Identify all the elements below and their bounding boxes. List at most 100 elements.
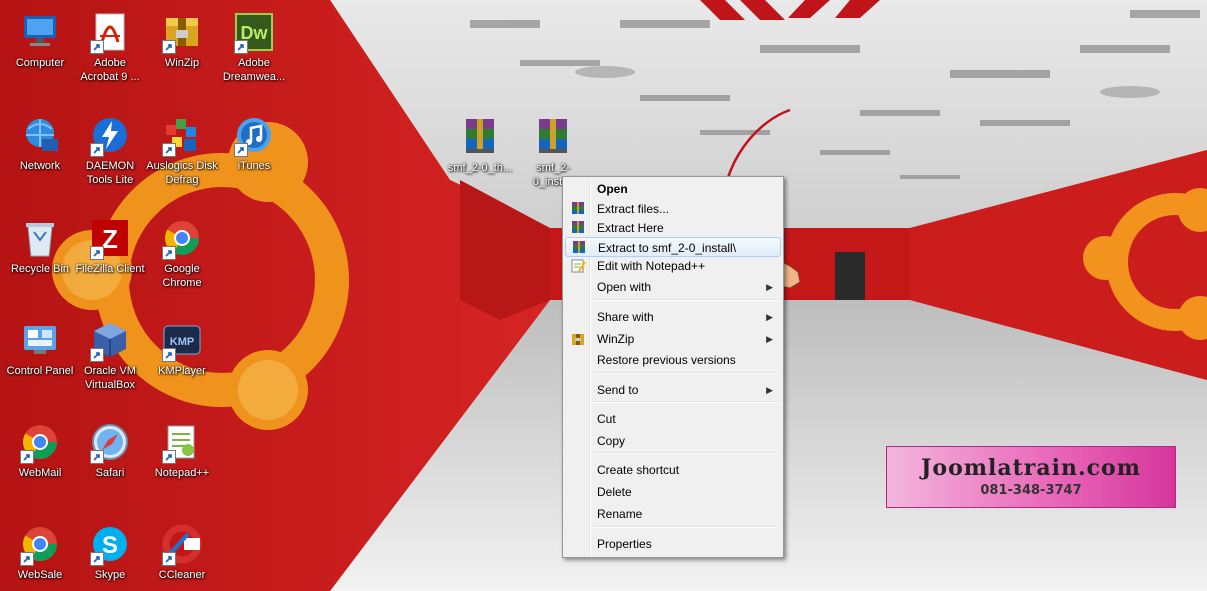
menu-separator [593,452,779,454]
menu-item-label: Extract to smf_2-0_install\ [598,241,737,255]
desktop-icon-kmplayer[interactable]: KMP KMPlayer [146,318,218,378]
desktop-icon-skype[interactable]: S Skype [74,522,146,582]
menu-open-with[interactable]: Open with ▶ [565,277,781,297]
desktop-icon-recycle-bin[interactable]: Recycle Bin [4,216,76,276]
menu-item-label: Create shortcut [597,463,680,477]
ccleaner-icon [162,524,202,566]
menu-rename[interactable]: Rename [565,504,781,524]
shortcut-arrow-icon [90,143,104,157]
desktop-icon-label: iTunes [237,160,271,172]
context-menu: Open Extract files... Extract Here Extract … [562,176,784,558]
filezilla-icon: Z [90,218,130,260]
desktop-icon-label: WebMail [18,467,62,479]
desktop-icon-winzip[interactable]: WinZip [146,10,218,70]
desktop-icon-filezilla[interactable]: Z FileZilla Client [74,216,146,276]
winzip-icon [570,331,586,347]
shortcut-arrow-icon [162,552,176,566]
shortcut-arrow-icon [162,40,176,54]
shortcut-arrow-icon [90,450,104,464]
kmplayer-icon: KMP [162,320,202,362]
control-panel-icon [20,320,60,360]
file-label: smf_2-0_th... [447,162,513,174]
menu-item-label: Delete [597,485,632,499]
menu-separator [593,526,779,528]
desktop-icon-safari[interactable]: Safari [74,420,146,480]
menu-item-label: Extract Here [597,221,664,235]
desktop-icon-auslogics[interactable]: Auslogics Disk Defrag [146,113,218,187]
menu-extract-here[interactable]: Extract Here [565,218,781,238]
menu-extract-files[interactable]: Extract files... [565,199,781,219]
submenu-arrow-icon: ▶ [766,334,773,344]
menu-create-shortcut[interactable]: Create shortcut [565,460,781,480]
shortcut-arrow-icon [90,348,104,362]
shortcut-arrow-icon [234,40,248,54]
desktop-icon-chrome[interactable]: WebMail [4,420,76,480]
desktop-icon-chrome[interactable]: WebSale [4,522,76,582]
menu-restore-previous[interactable]: Restore previous versions [565,350,781,370]
file-smf-theme[interactable]: smf_2-0_th... [444,115,516,175]
shortcut-arrow-icon [162,246,176,260]
menu-item-label: Properties [597,537,652,551]
menu-share-with[interactable]: Share with ▶ [565,307,781,327]
desktop-icon-computer[interactable]: Computer [4,10,76,70]
desktop-icon-label: Oracle VM VirtualBox [84,365,136,391]
shortcut-arrow-icon [162,348,176,362]
itunes-icon [234,115,274,157]
notepadpp-icon [162,422,202,464]
recycle-bin-icon [20,218,60,258]
menu-cut[interactable]: Cut [565,409,781,429]
winrar-icon [570,220,586,236]
menu-edit-notepadpp[interactable]: Edit with Notepad++ [565,256,781,276]
menu-winzip[interactable]: WinZip ▶ [565,329,781,349]
shortcut-arrow-icon [234,143,248,157]
menu-item-label: WinZip [597,332,635,346]
menu-separator [593,299,779,301]
desktop-icon-label: Notepad++ [154,467,210,479]
menu-delete[interactable]: Delete [565,482,781,502]
desktop-icon-dreamweaver[interactable]: Dw Adobe Dreamwea... [218,10,290,84]
submenu-arrow-icon: ▶ [766,385,773,395]
desktop-icon-acrobat[interactable]: Adobe Acrobat 9 ... [74,10,146,84]
promo-site: Joomlatrain.com [920,455,1141,481]
shortcut-arrow-icon [162,450,176,464]
desktop-icon-notepadpp[interactable]: Notepad++ [146,420,218,480]
menu-item-label: Edit with Notepad++ [597,259,706,273]
desktop-icon-daemon-tools[interactable]: DAEMON Tools Lite [74,113,146,187]
desktop-icon-ccleaner[interactable]: CCleaner [146,522,218,582]
shortcut-arrow-icon [162,143,176,157]
menu-item-label: Open [597,182,628,196]
menu-item-label: Extract files... [597,202,670,216]
computer-icon [20,12,60,52]
promo-phone: 081-348-3747 [980,483,1082,498]
menu-item-label: Cut [597,412,616,426]
svg-text:Z: Z [102,224,118,254]
desktop-icon-network[interactable]: Network [4,113,76,173]
daemon-tools-icon [90,115,130,157]
menu-separator [593,401,779,403]
desktop-icon-label: Google Chrome [162,263,202,289]
winrar-icon [571,240,587,256]
shortcut-arrow-icon [20,552,34,566]
chrome-icon [162,218,202,260]
desktop-icon-itunes[interactable]: iTunes [218,113,290,173]
menu-item-label: Share with [597,310,654,324]
acrobat-icon [90,12,130,54]
desktop-icon-label: Safari [95,467,125,479]
shortcut-arrow-icon [20,450,34,464]
winrar-archive-icon [460,117,500,157]
menu-open[interactable]: Open [565,179,781,199]
winzip-icon [162,12,202,54]
menu-separator [593,372,779,374]
desktop-icon-virtualbox[interactable]: Oracle VM VirtualBox [74,318,146,392]
desktop-icon-label: Adobe Acrobat 9 ... [80,57,140,83]
menu-copy[interactable]: Copy [565,431,781,451]
desktop-icon-label: Computer [15,57,65,69]
desktop-icon-chrome[interactable]: Google Chrome [146,216,218,290]
menu-send-to[interactable]: Send to ▶ [565,380,781,400]
menu-extract-to[interactable]: Extract to smf_2-0_install\ [565,237,781,257]
desktop-icon-control-panel[interactable]: Control Panel [4,318,76,378]
menu-item-label: Send to [597,383,639,397]
shortcut-arrow-icon [90,246,104,260]
menu-properties[interactable]: Properties [565,534,781,554]
desktop-icon-label: Adobe Dreamwea... [222,57,286,83]
